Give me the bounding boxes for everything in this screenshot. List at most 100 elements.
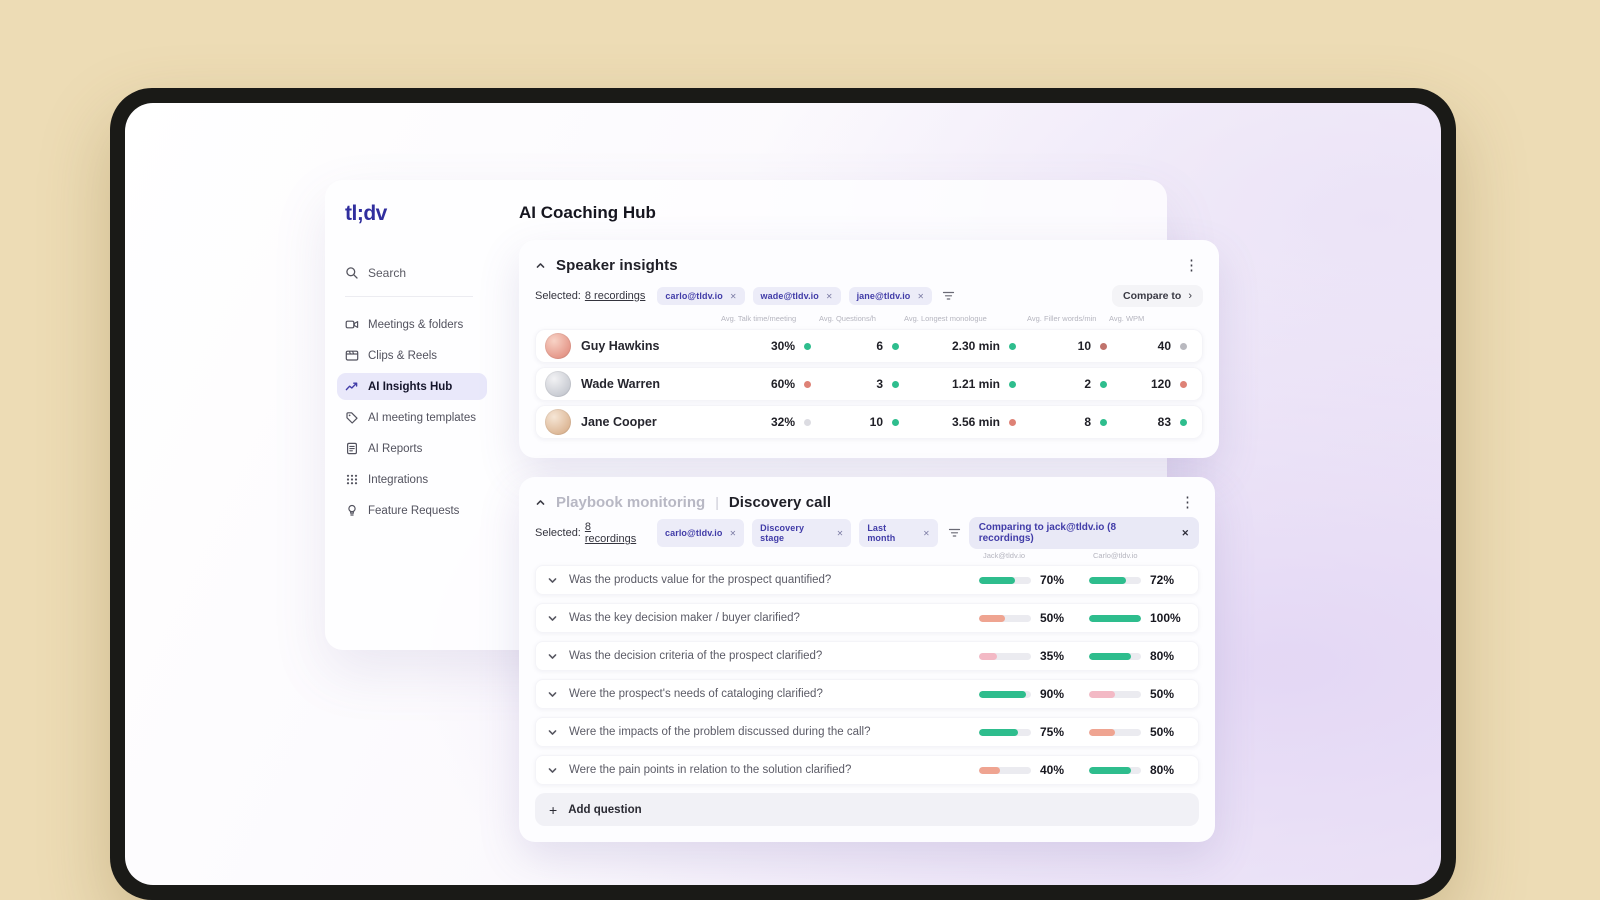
- question-scores: 35% 80%: [979, 649, 1185, 663]
- chip-label: carlo@tldv.io: [665, 291, 723, 301]
- metric-cell: 30%: [741, 339, 811, 353]
- metric-value: 2: [1084, 377, 1091, 391]
- score-percent: 72%: [1150, 573, 1175, 587]
- chevron-down-icon[interactable]: [547, 727, 558, 738]
- integrations-grid-icon: [345, 473, 359, 487]
- metric-value: 32%: [770, 415, 795, 429]
- kebab-menu-icon[interactable]: ⋮: [1180, 256, 1203, 275]
- metric-cell: 3.56 min: [899, 415, 1016, 429]
- status-dot: [1100, 342, 1107, 350]
- speaker-row[interactable]: Jane Cooper 32% 10 3.56 min 8 83: [535, 405, 1203, 439]
- question-row[interactable]: Were the impacts of the problem discusse…: [535, 717, 1199, 747]
- comparing-to-chip[interactable]: Comparing to jack@tldv.io (8 recordings)…: [968, 517, 1199, 549]
- question-row[interactable]: Were the prospect's needs of cataloging …: [535, 679, 1199, 709]
- filter-chip[interactable]: carlo@tldv.io ✕: [657, 287, 745, 305]
- search-button[interactable]: Search: [345, 266, 493, 280]
- score-bar-track: [979, 690, 1031, 698]
- metric-cell: 32%: [741, 415, 811, 429]
- filter-funnel-icon[interactable]: [942, 290, 955, 302]
- comparing-to-label: Comparing to jack@tldv.io (8 recordings): [978, 522, 1117, 544]
- score-bar-fill: [1089, 576, 1127, 584]
- column-header: Avg. Longest monologue: [904, 314, 987, 323]
- chevron-down-icon[interactable]: [547, 689, 558, 700]
- score-bar-group: 72%: [1089, 573, 1185, 587]
- score-bar-fill: [979, 652, 998, 660]
- chevron-down-icon[interactable]: [547, 765, 558, 776]
- filter-chip[interactable]: Last month ✕: [859, 519, 938, 547]
- chip-close-icon[interactable]: ✕: [729, 529, 736, 538]
- speaker-row[interactable]: Wade Warren 60% 3 1.21 min 2 120: [535, 367, 1203, 401]
- chip-close-icon[interactable]: ✕: [917, 292, 924, 301]
- status-dot: [804, 342, 811, 350]
- status-dot: [1100, 380, 1107, 388]
- score-bar-group: 40%: [979, 763, 1075, 777]
- metric-cell: 120: [1107, 377, 1187, 391]
- selected-recordings-link[interactable]: 8 recordings: [585, 290, 646, 302]
- metric-value: 2.30 min: [951, 339, 1000, 353]
- search-icon: [345, 266, 359, 280]
- status-dot: [804, 380, 811, 388]
- chevron-down-icon[interactable]: [547, 651, 558, 662]
- score-percent: 50%: [1150, 687, 1175, 701]
- selected-label: Selected:: [535, 527, 581, 539]
- playbook-title-muted: Playbook monitoring: [556, 493, 706, 511]
- status-dot: [1180, 418, 1187, 426]
- close-icon[interactable]: ✕: [1181, 528, 1189, 539]
- selected-label: Selected:: [535, 290, 581, 302]
- score-bar-track: [1089, 652, 1141, 660]
- question-row[interactable]: Was the products value for the prospect …: [535, 565, 1199, 595]
- score-bar-fill: [979, 614, 1005, 622]
- chevron-down-icon[interactable]: [547, 613, 558, 624]
- compare-to-button[interactable]: Compare to ›: [1111, 285, 1203, 307]
- filter-chip[interactable]: jane@tldv.io ✕: [848, 287, 933, 305]
- score-bar-fill: [1089, 766, 1131, 774]
- metric-value: 40: [1157, 339, 1171, 353]
- add-question-label: Add question: [568, 803, 642, 816]
- question-scores: 90% 50%: [979, 687, 1185, 701]
- sidebar-item-ai-insights-hub[interactable]: AI Insights Hub: [337, 373, 487, 400]
- add-question-button[interactable]: + Add question: [535, 793, 1199, 826]
- question-row[interactable]: Was the key decision maker / buyer clari…: [535, 603, 1199, 633]
- score-bar-track: [1089, 766, 1141, 774]
- question-scores: 70% 72%: [979, 573, 1185, 587]
- score-bar-track: [979, 652, 1031, 660]
- metric-value: 8: [1084, 415, 1091, 429]
- question-row[interactable]: Were the pain points in relation to the …: [535, 755, 1199, 785]
- sidebar-item-clips-reels[interactable]: Clips & Reels: [337, 342, 487, 369]
- column-header: Avg. WPM: [1109, 314, 1145, 323]
- sidebar-item-ai-meeting-templates[interactable]: AI meeting templates: [337, 404, 487, 431]
- collapse-chevron-up-icon[interactable]: [535, 497, 546, 508]
- column-header: Jack@tldv.io: [983, 551, 1026, 560]
- question-text: Were the prospect's needs of cataloging …: [569, 688, 823, 700]
- chip-close-icon[interactable]: ✕: [923, 529, 930, 538]
- filter-chip[interactable]: carlo@tldv.io ✕: [657, 519, 745, 547]
- score-percent: 80%: [1150, 763, 1175, 777]
- avatar: [545, 409, 571, 435]
- score-percent: 40%: [1040, 763, 1065, 777]
- kebab-menu-icon[interactable]: ⋮: [1176, 493, 1199, 512]
- chip-close-icon[interactable]: ✕: [730, 292, 737, 301]
- collapse-chevron-up-icon[interactable]: [535, 260, 546, 271]
- filter-funnel-icon[interactable]: [948, 527, 961, 539]
- score-bar-group: 80%: [1089, 649, 1185, 663]
- sidebar-item-ai-reports[interactable]: AI Reports: [337, 435, 487, 462]
- chevron-down-icon[interactable]: [547, 575, 558, 586]
- speaker-table-headers: Avg. Talk time/meeting Avg. Questions/h Av…: [535, 314, 1203, 326]
- speaker-row[interactable]: Guy Hawkins 30% 6 2.30 min 10 40: [535, 329, 1203, 363]
- filter-chip[interactable]: Discovery stage ✕: [752, 519, 852, 547]
- metric-value: 10: [1077, 339, 1091, 353]
- score-percent: 100%: [1150, 611, 1181, 625]
- filter-chip[interactable]: wade@tldv.io ✕: [752, 287, 841, 305]
- selected-recordings-link[interactable]: 8 recordings: [585, 521, 645, 545]
- status-dot: [1100, 418, 1107, 426]
- sidebar-item-integrations[interactable]: Integrations: [337, 466, 487, 493]
- speaker-name: Jane Cooper: [581, 415, 657, 429]
- speaker-name: Wade Warren: [581, 377, 660, 391]
- chip-close-icon[interactable]: ✕: [837, 529, 844, 538]
- question-row[interactable]: Was the decision criteria of the prospec…: [535, 641, 1199, 671]
- column-header: Avg. Filler words/min: [1027, 314, 1097, 323]
- sidebar-item-meetings-folders[interactable]: Meetings & folders: [337, 311, 487, 338]
- chip-close-icon[interactable]: ✕: [826, 292, 833, 301]
- question-text: Was the decision criteria of the prospec…: [569, 650, 823, 662]
- sidebar-item-feature-requests[interactable]: Feature Requests: [337, 497, 487, 524]
